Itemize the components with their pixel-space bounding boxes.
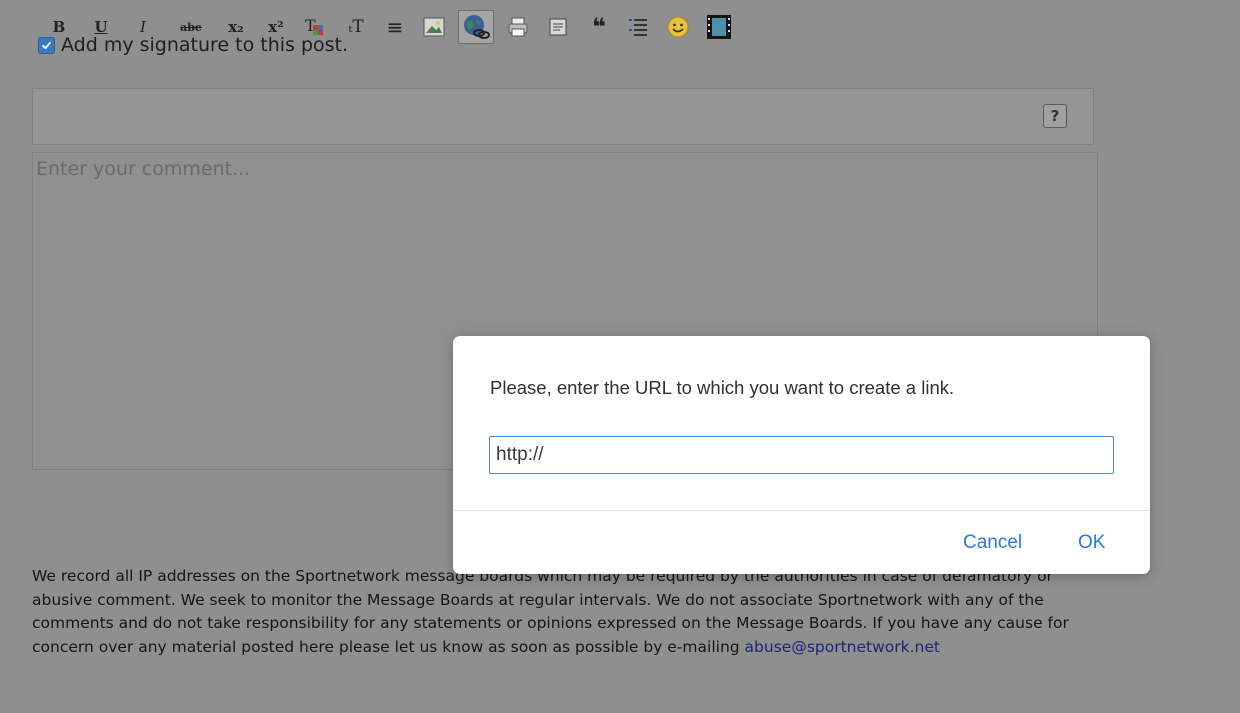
link-url-dialog: Please, enter the URL to which you want … [453, 336, 1150, 574]
code-button[interactable] [542, 12, 574, 42]
text-color-button[interactable]: T [300, 12, 330, 42]
strikethrough-button[interactable]: abe [174, 12, 208, 42]
editor-toolbar [32, 88, 1094, 145]
align-button[interactable]: ≡ [380, 12, 410, 42]
code-box-icon [549, 18, 567, 36]
align-icon: ≡ [386, 15, 404, 39]
help-button[interactable]: ? [1043, 104, 1067, 128]
globe-link-icon [464, 15, 490, 39]
font-size-button[interactable]: ₜT [340, 12, 372, 42]
url-input[interactable] [489, 436, 1114, 474]
bold-button[interactable]: B [44, 12, 74, 42]
dialog-divider [453, 510, 1150, 511]
cancel-button[interactable]: Cancel [963, 532, 1022, 554]
smiley-icon [667, 16, 689, 38]
superscript-icon: x² [268, 18, 284, 36]
image-icon [423, 17, 445, 37]
video-button[interactable] [702, 12, 736, 42]
strikethrough-icon: abe [180, 20, 202, 34]
dialog-message: Please, enter the URL to which you want … [490, 377, 955, 398]
abuse-email-link[interactable]: abuse@sportnetwork.net [745, 638, 940, 656]
underline-icon: U [94, 18, 108, 36]
film-icon [707, 15, 731, 39]
help-icon: ? [1050, 107, 1060, 125]
printer-icon [508, 17, 528, 37]
quote-icon: ❝ [591, 13, 607, 41]
emoji-button[interactable] [662, 12, 694, 42]
image-button[interactable] [418, 12, 450, 42]
print-button[interactable] [502, 12, 534, 42]
disclaimer-text: We record all IP addresses on the Sportn… [32, 565, 1112, 659]
link-button[interactable] [458, 10, 494, 44]
superscript-button[interactable]: x² [262, 12, 290, 42]
text-color-icon: T [305, 16, 323, 35]
italic-icon: I [140, 18, 146, 36]
font-size-icon: ₜT [348, 17, 364, 37]
quote-button[interactable]: ❝ [584, 12, 614, 42]
svg-text:T: T [305, 16, 316, 35]
comment-placeholder: Enter your comment... [36, 158, 251, 180]
italic-button[interactable]: I [128, 12, 158, 42]
ok-button[interactable]: OK [1078, 532, 1105, 554]
underline-button[interactable]: U [86, 12, 116, 42]
subscript-button[interactable]: x₂ [222, 12, 250, 42]
subscript-icon: x₂ [228, 18, 244, 36]
list-icon [629, 19, 647, 36]
bold-icon: B [52, 18, 66, 36]
list-button[interactable] [622, 12, 654, 42]
